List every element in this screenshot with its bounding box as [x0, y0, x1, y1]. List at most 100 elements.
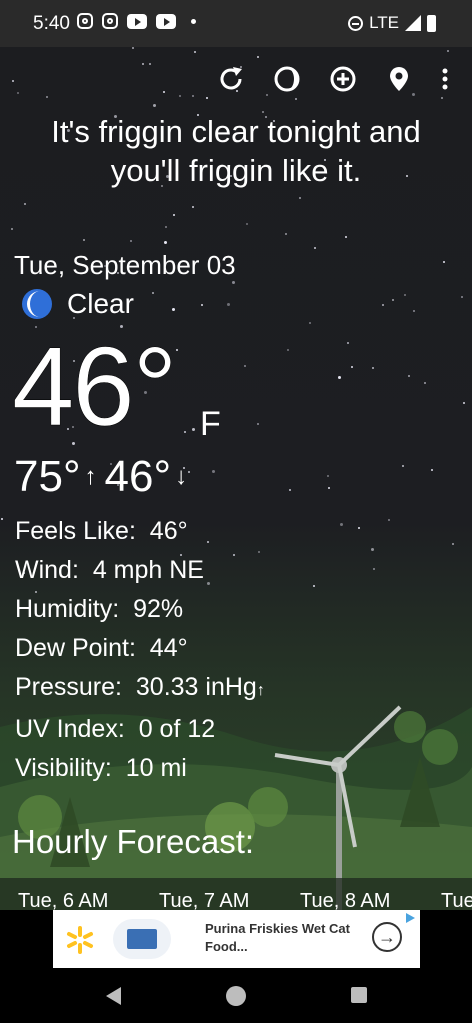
- ad-banner[interactable]: Purina Friskies Wet Cat Food... →: [53, 910, 420, 968]
- star: [408, 375, 410, 377]
- hourly-forecast-strip[interactable]: Tue, 6 AM Tue, 7 AM Tue, 8 AM Tue: [0, 878, 472, 910]
- star: [246, 223, 248, 225]
- star: [373, 568, 375, 570]
- star: [413, 310, 415, 312]
- refresh-button[interactable]: [214, 62, 248, 96]
- star: [443, 261, 445, 263]
- status-bar: 5:40 LTE: [0, 0, 472, 47]
- star: [12, 80, 14, 82]
- hourly-item[interactable]: Tue: [441, 890, 472, 910]
- high-low-temperatures: 75° ↑ 46° ↓: [14, 452, 195, 502]
- star: [227, 303, 230, 306]
- signal-icon: [405, 15, 421, 31]
- headline-line-2: you'll friggin like it.: [110, 153, 362, 188]
- star: [347, 342, 349, 344]
- star: [11, 228, 13, 230]
- star: [424, 382, 426, 384]
- star: [257, 423, 259, 425]
- youtube-icon: [127, 13, 147, 29]
- hourly-item[interactable]: Tue, 6 AM: [18, 890, 108, 910]
- headline-line-1: It's friggin clear tonight and: [51, 114, 421, 149]
- arrow-right-icon[interactable]: →: [372, 922, 402, 952]
- more-options-button[interactable]: [430, 62, 460, 96]
- ad-text[interactable]: Purina Friskies Wet Cat Food...: [205, 920, 365, 956]
- detail-label: Humidity:: [15, 595, 120, 623]
- star: [404, 294, 406, 296]
- star: [461, 296, 463, 298]
- star: [201, 304, 203, 306]
- instagram-icon: [102, 13, 118, 29]
- star: [299, 197, 301, 199]
- ad-product-image: [113, 919, 171, 959]
- current-date: Tue, September 03: [14, 250, 236, 280]
- star: [441, 97, 443, 99]
- detail-uv-index: UV Index: 0 of 12: [15, 710, 265, 749]
- star: [371, 548, 374, 551]
- detail-pressure: Pressure: 30.33 inHg↑: [15, 668, 265, 710]
- star: [165, 226, 167, 228]
- youtube-icon: [156, 13, 176, 29]
- star: [431, 469, 433, 471]
- detail-value: 4 mph NE: [92, 556, 204, 584]
- star: [452, 543, 454, 545]
- pressure-rising-icon: ↑: [256, 682, 265, 699]
- arrow-down-icon: ↓: [175, 463, 188, 490]
- star: [338, 376, 341, 379]
- detail-wind: Wind: 4 mph NE: [15, 551, 265, 590]
- more-vert-icon: [442, 68, 448, 90]
- refresh-icon: [220, 67, 242, 90]
- star: [206, 97, 208, 99]
- star: [153, 104, 156, 107]
- ad-choices-icon[interactable]: [404, 912, 416, 924]
- star: [163, 91, 165, 93]
- detail-label: Dew Point:: [15, 634, 136, 662]
- weather-details: Feels Like: 46° Wind: 4 mph NE Humidity:…: [15, 512, 265, 788]
- star: [232, 281, 235, 284]
- add-location-button[interactable]: [326, 62, 360, 96]
- detail-value: 46°: [149, 517, 188, 545]
- star: [83, 239, 85, 241]
- star: [340, 523, 343, 526]
- star: [173, 214, 175, 216]
- star: [266, 94, 268, 96]
- star: [164, 241, 167, 244]
- arrow-up-icon: ↑: [84, 463, 97, 490]
- recents-icon[interactable]: [351, 987, 367, 1003]
- weather-screen: 5:40 LTE It's friggin clear tonight and …: [0, 0, 472, 1023]
- star: [192, 206, 194, 208]
- detail-feels-like: Feels Like: 46°: [15, 512, 265, 551]
- star: [289, 489, 291, 491]
- star: [46, 96, 48, 98]
- star: [130, 240, 132, 242]
- navigation-bar: [0, 972, 472, 1023]
- star: [309, 322, 311, 324]
- moon-icon: [22, 289, 52, 319]
- star: [463, 402, 465, 404]
- notification-icons: [77, 13, 196, 29]
- back-icon[interactable]: [106, 987, 121, 1005]
- low-temperature: 46°: [104, 452, 172, 501]
- detail-label: Wind:: [15, 556, 79, 584]
- home-icon[interactable]: [226, 986, 246, 1006]
- star: [257, 56, 259, 58]
- star: [313, 585, 315, 587]
- condition-label: Clear: [67, 288, 134, 319]
- star: [176, 349, 178, 351]
- hourly-item[interactable]: Tue, 8 AM: [300, 890, 390, 910]
- temperature-unit: F: [200, 405, 221, 443]
- moon-phase-button[interactable]: [270, 62, 304, 96]
- star: [402, 465, 404, 467]
- location-button[interactable]: [382, 62, 416, 96]
- hourly-forecast-title: Hourly Forecast:: [12, 823, 255, 860]
- detail-label: Visibility:: [15, 754, 112, 782]
- current-temperature: 46°: [12, 324, 178, 450]
- detail-value: 30.33 inHg: [135, 673, 257, 701]
- walmart-spark-icon: [67, 926, 93, 954]
- detail-value: 44°: [149, 634, 188, 662]
- star: [382, 304, 384, 306]
- detail-label: UV Index:: [15, 715, 125, 743]
- battery-icon: [427, 14, 436, 32]
- current-condition: Clear: [21, 287, 134, 321]
- detail-value: 92%: [133, 595, 184, 623]
- hourly-item[interactable]: Tue, 7 AM: [159, 890, 249, 910]
